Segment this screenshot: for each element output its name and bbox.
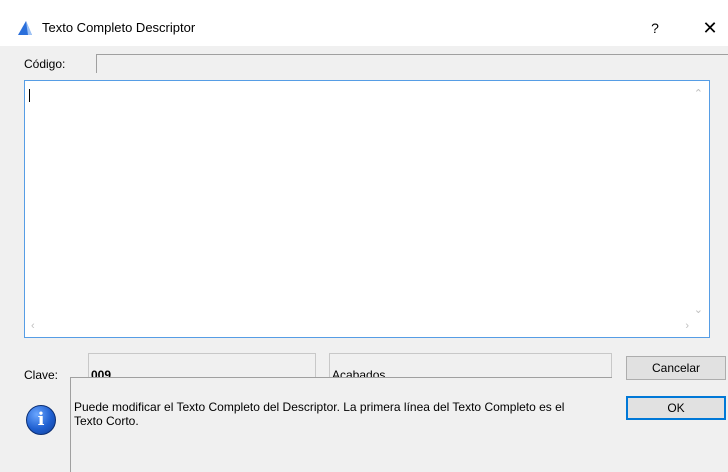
close-button[interactable]: ✕ bbox=[693, 14, 727, 42]
cancel-button[interactable]: Cancelar bbox=[626, 356, 726, 380]
ok-button[interactable]: OK bbox=[626, 396, 726, 420]
clave-label: Clave: bbox=[24, 368, 59, 382]
scroll-right-icon[interactable]: › bbox=[685, 320, 689, 332]
info-icon: i bbox=[26, 405, 56, 435]
scroll-left-icon[interactable]: ‹ bbox=[31, 320, 35, 332]
text-caret bbox=[29, 89, 30, 102]
codigo-label: Código: bbox=[24, 57, 66, 71]
message-box: Puede modificar el Texto Completo del De… bbox=[70, 377, 612, 472]
window-title: Texto Completo Descriptor bbox=[42, 20, 196, 35]
message-text: Puede modificar el Texto Completo del De… bbox=[74, 400, 565, 428]
scroll-down-icon[interactable]: ⌄ bbox=[694, 303, 703, 316]
codigo-field bbox=[96, 54, 728, 73]
full-text-editor[interactable]: ⌃ ⌄ ‹ › bbox=[24, 80, 710, 338]
title-bar: Texto Completo Descriptor ? ✕ bbox=[0, 0, 728, 46]
scroll-up-icon[interactable]: ⌃ bbox=[694, 87, 703, 100]
help-button[interactable]: ? bbox=[640, 14, 670, 42]
app-icon bbox=[18, 21, 32, 35]
